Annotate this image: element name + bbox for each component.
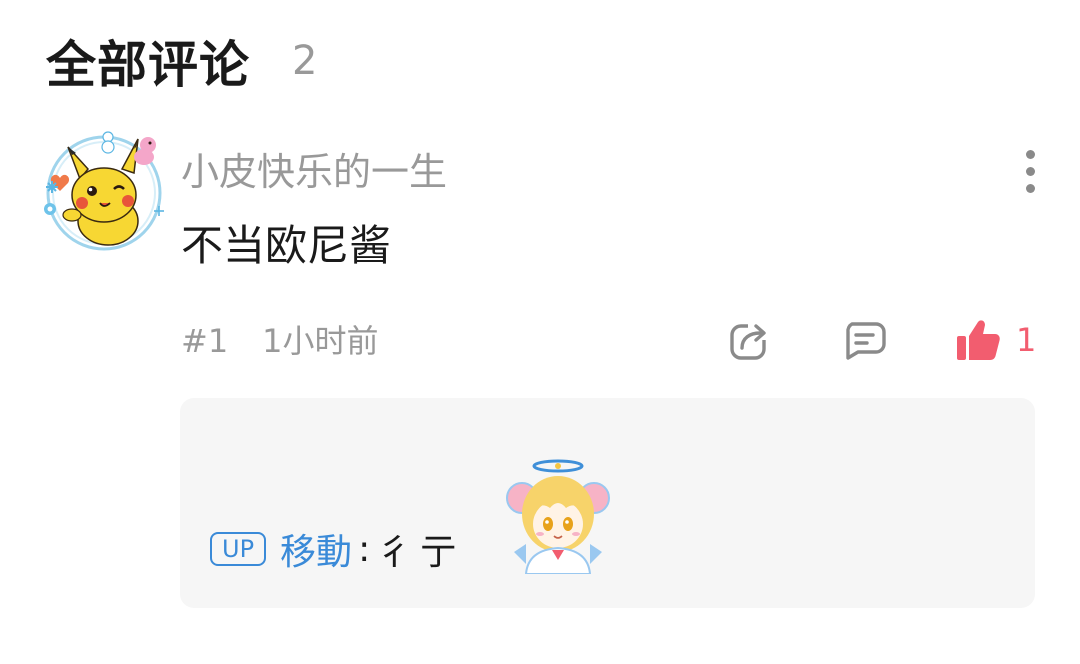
reply-content: UP 移動 : 彳亍 [210,524,464,574]
thumbs-up-icon [957,320,1000,360]
comment-username[interactable]: 小皮快乐的一生 [181,145,447,199]
reply-text: 彳亍 [376,532,465,573]
comments-count: 2 [292,38,318,84]
comment-text: 不当欧尼酱 [181,221,392,270]
share-button[interactable] [726,314,774,366]
reply-colon: : [358,528,371,570]
share-icon [730,320,770,360]
comment-floor: #1 [181,322,229,360]
user-avatar[interactable] [38,125,170,257]
anime-angel-girl-sticker [502,456,614,575]
comment-section: 全部评论 2 小皮快乐的一生 不当欧尼酱 #1 1小时前 1 UP 移動: 彳… [0,0,1080,664]
comment-meta: #1 1小时前 [181,318,379,364]
comment-time: 1小时前 [262,322,379,360]
comments-header: 全部评论 2 [46,26,317,96]
like-button[interactable]: 1 [954,314,1036,366]
more-vertical-icon[interactable] [1006,145,1054,197]
like-count: 1 [1016,321,1037,359]
up-badge: UP [210,532,267,566]
comment-icon [846,322,886,360]
reply-preview[interactable]: UP 移動 : 彳亍 [180,398,1035,608]
reply-button[interactable] [840,314,888,366]
comments-title: 全部评论 [46,36,250,94]
reply-author[interactable]: 移動 [280,523,352,575]
